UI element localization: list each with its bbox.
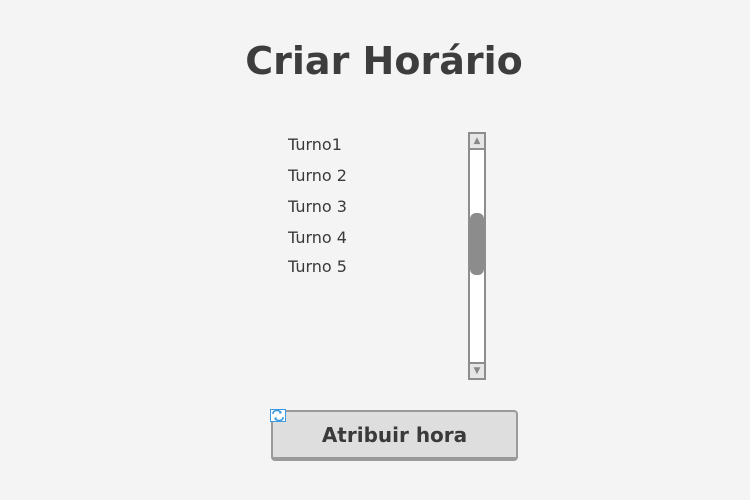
shift-list-item[interactable]: Turno1	[288, 135, 342, 155]
shift-list-item[interactable]: Turno 5	[288, 257, 347, 277]
page-title: Criar Horário	[245, 39, 523, 83]
shift-list-item[interactable]: Turno 3	[288, 197, 347, 217]
scroll-down-arrow-icon[interactable]: ▼	[470, 362, 484, 378]
refresh-icon	[270, 409, 286, 422]
scroll-up-arrow-icon[interactable]: ▲	[470, 134, 484, 150]
shift-list-scrollbar[interactable]: ▲ ▼	[468, 132, 486, 380]
shift-list-item[interactable]: Turno 2	[288, 166, 347, 186]
scrollbar-thumb[interactable]	[470, 213, 484, 275]
assign-time-button[interactable]: Atribuir hora	[271, 410, 518, 461]
shift-list-item[interactable]: Turno 4	[288, 228, 347, 248]
